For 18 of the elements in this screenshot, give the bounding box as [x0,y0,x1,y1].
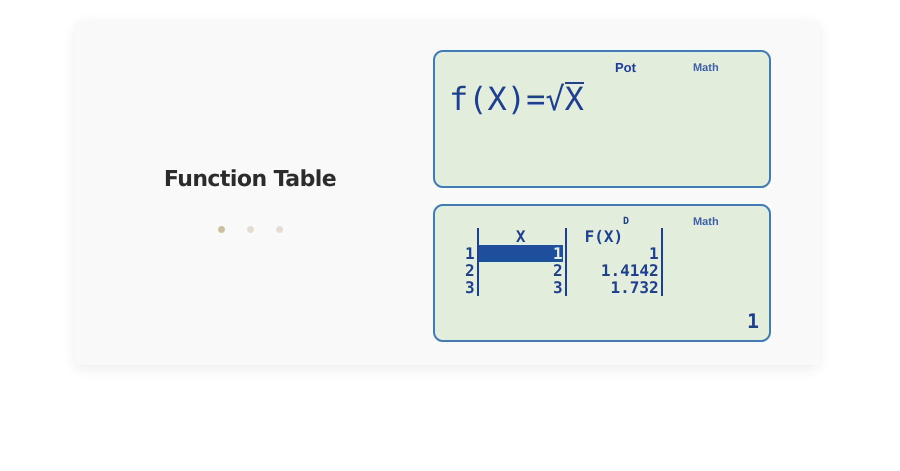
table-cell[interactable]: 2 [478,262,563,278]
row-number: 2 [465,262,475,278]
status-indicator: Pot [615,58,636,76]
column-header: F(X) [584,228,624,244]
row-number: 1 [465,244,475,262]
table-cell-text: 1 [648,244,659,262]
status-indicator: Math [693,60,719,76]
table-cell-text: 1.4142 [600,262,659,278]
slide-title: Function Table [164,166,336,194]
column-header: X [514,228,526,244]
status-indicator: D [623,214,630,228]
row-number: 3 [465,278,475,296]
formula-text: f(X)=√X [449,82,584,116]
table-cell[interactable]: 3 [478,278,563,296]
status-indicator: Math [693,214,719,230]
row-indicator: 1 [746,308,759,334]
table-cell[interactable]: 1 [478,244,563,262]
table-cell-text: 1.732 [609,278,659,296]
